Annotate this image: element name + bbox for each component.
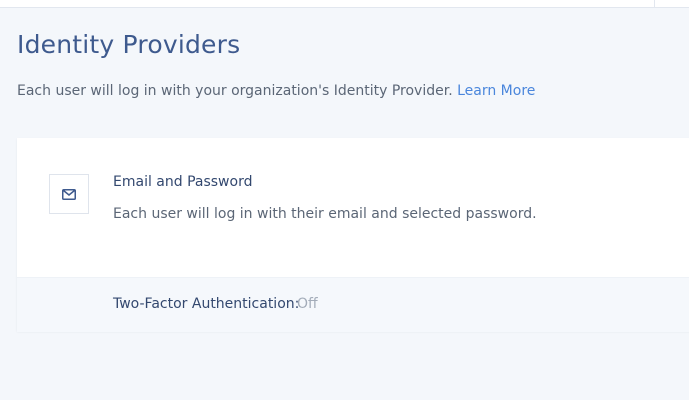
page-subtitle: Each user will log in with your organiza… bbox=[17, 81, 535, 101]
two-factor-row: Two-Factor Authentication: Off bbox=[17, 277, 689, 332]
two-factor-status: Off bbox=[297, 296, 318, 312]
envelope-icon bbox=[62, 188, 76, 200]
identity-provider-card: Email and Password Each user will log in… bbox=[17, 138, 689, 332]
top-bar bbox=[0, 0, 689, 8]
page-title: Identity Providers bbox=[17, 30, 241, 59]
provider-icon-box bbox=[49, 174, 89, 214]
learn-more-link[interactable]: Learn More bbox=[457, 83, 535, 99]
two-factor-label: Two-Factor Authentication: bbox=[113, 296, 300, 312]
top-bar-divider bbox=[654, 0, 655, 7]
subtitle-text: Each user will log in with your organiza… bbox=[17, 83, 453, 99]
provider-description: Each user will log in with their email a… bbox=[113, 206, 537, 222]
provider-name: Email and Password bbox=[113, 174, 253, 190]
